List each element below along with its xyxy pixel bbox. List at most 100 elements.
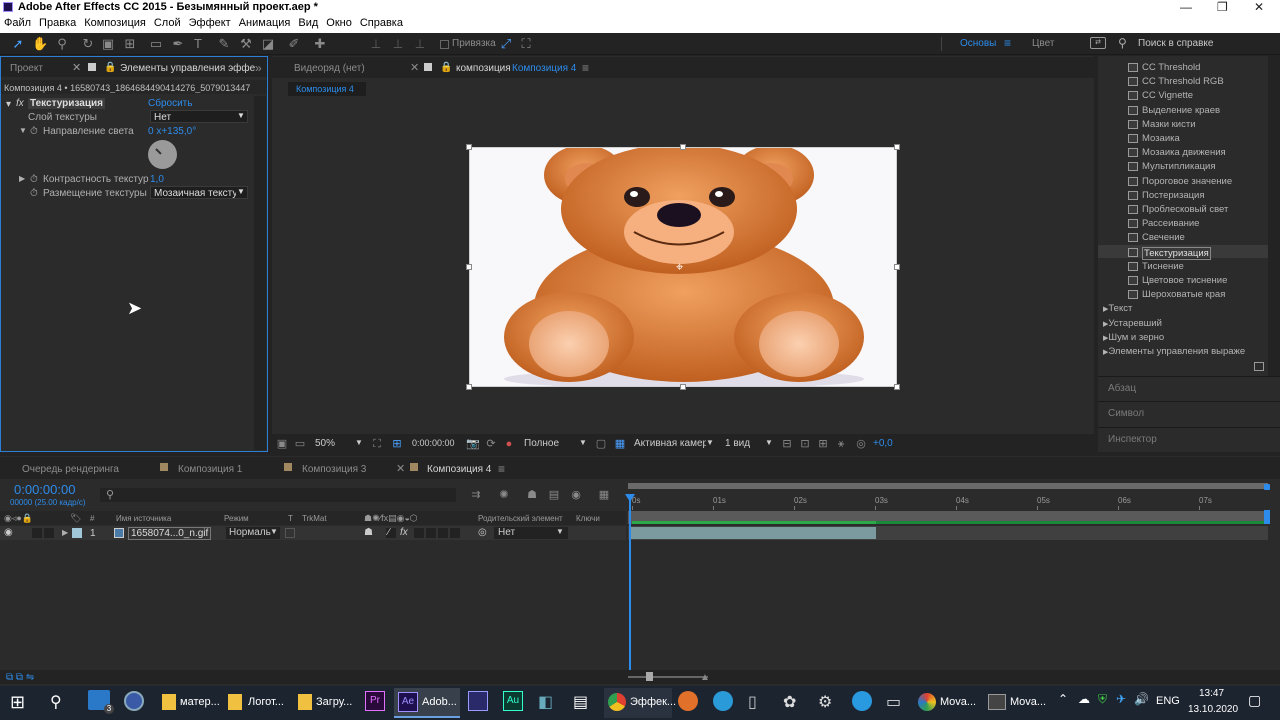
menu-window[interactable]: Окно	[322, 15, 356, 29]
col-source-name[interactable]: Имя источника	[116, 514, 171, 523]
tab-lock-icon[interactable]: 🔒	[104, 62, 116, 73]
tab-composition-3[interactable]: Композиция 3	[302, 464, 366, 475]
effect-category[interactable]: ▶Устаревший	[1103, 318, 1162, 329]
type-tool-icon[interactable]: T	[190, 36, 206, 52]
tab-composition-4[interactable]: Композиция 4	[427, 464, 491, 475]
current-time-indicator[interactable]	[629, 494, 631, 670]
menu-composition[interactable]: Композиция	[80, 15, 150, 29]
label-color-swatch[interactable]	[72, 528, 82, 538]
firefox-icon[interactable]	[678, 691, 698, 711]
preserve-transparency-checkbox[interactable]	[285, 528, 295, 538]
light-direction-value[interactable]: 0 x+135,0°	[148, 126, 196, 137]
panel-inspector[interactable]: Инспектор	[1108, 434, 1157, 445]
layer-name[interactable]: 1658074...0_n.gif	[128, 527, 212, 540]
tab-menu-icon[interactable]: ≡	[582, 61, 589, 75]
snap-grid-icon[interactable]: ⛶	[518, 36, 534, 52]
tab-composition-prefix[interactable]: композиция	[456, 63, 511, 74]
volume-icon[interactable]: 🔊	[1134, 692, 1149, 706]
tools-icon[interactable]: ⚙	[818, 692, 832, 712]
channel-icon[interactable]: ●	[501, 436, 517, 452]
quality-switch-icon[interactable]: ∕	[388, 527, 390, 538]
taskbar-item-after-effects[interactable]: Ae Adob...	[394, 688, 460, 718]
tab-close-icon[interactable]: ✕	[396, 462, 405, 475]
selection-tool-icon[interactable]: ➚	[10, 36, 26, 52]
snapshot-icon[interactable]: 📷	[465, 436, 481, 452]
draft-3d-icon[interactable]: ✺	[496, 487, 512, 503]
menu-view[interactable]: Вид	[294, 15, 322, 29]
transform-handle[interactable]	[680, 144, 686, 150]
tab-footage[interactable]: Видеоряд (нет)	[294, 63, 365, 74]
workspace-color[interactable]: Цвет	[1032, 38, 1054, 49]
work-area-bar[interactable]	[628, 483, 1268, 489]
camera-tool-icon[interactable]: ▣	[100, 36, 116, 52]
snap-checkbox[interactable]	[440, 40, 449, 49]
taskbar-item-folder[interactable]: матер...	[156, 688, 220, 718]
sync-settings-icon[interactable]: ⇄	[1090, 37, 1106, 49]
comp-mini-flowchart-icon[interactable]: ⇉	[468, 487, 484, 503]
browser-icon[interactable]	[124, 691, 144, 711]
stopwatch-icon[interactable]: ⏱	[30, 126, 38, 137]
effect-category[interactable]: ▶Текст	[1103, 303, 1132, 314]
resolution-dropdown[interactable]: Полное	[524, 438, 559, 449]
switch-box[interactable]	[438, 528, 448, 538]
maximize-button[interactable]: ❐	[1217, 0, 1228, 14]
tab-lock-icon[interactable]: 🔒	[440, 62, 452, 73]
switch-box[interactable]	[414, 528, 424, 538]
clone-stamp-tool-icon[interactable]: ⚒	[238, 36, 254, 52]
camera-dropdown[interactable]: Активная камера	[634, 438, 706, 449]
transform-handle[interactable]	[894, 144, 900, 150]
tab-effect-controls[interactable]: Элементы управления эффе	[120, 63, 255, 74]
blend-mode-dropdown[interactable]: Нормаль ▼	[226, 527, 280, 539]
col-parent[interactable]: Родительский элемент	[478, 514, 563, 523]
timeline-icon[interactable]: ⊞	[815, 436, 831, 452]
notifications-icon[interactable]: ▢	[1248, 692, 1261, 709]
clock-date[interactable]: 13.10.2020	[1188, 704, 1238, 715]
new-folder-icon[interactable]	[1254, 362, 1264, 371]
collapse-triangle-icon[interactable]: ▶	[19, 174, 25, 183]
help-search-input[interactable]: Поиск в справке	[1138, 38, 1213, 49]
monitor-icon[interactable]: ▭	[292, 436, 308, 452]
transform-handle[interactable]	[894, 264, 900, 270]
tab-render-queue[interactable]: Очередь рендеринга	[22, 464, 119, 475]
transform-handle[interactable]	[466, 144, 472, 150]
windows-start-icon[interactable]: ⊞	[10, 692, 25, 713]
views-dropdown[interactable]: 1 вид	[725, 438, 750, 449]
panel-character[interactable]: Символ	[1108, 408, 1144, 419]
playhead-handle[interactable]	[625, 494, 635, 502]
effect-category[interactable]: ▶Шум и зерно	[1103, 332, 1164, 343]
pen-tool-icon[interactable]: ✒	[170, 36, 186, 52]
menu-effect[interactable]: Эффект	[185, 15, 235, 29]
axis-local-icon[interactable]: ⟂	[368, 36, 384, 52]
premiere-icon[interactable]: Pr	[365, 691, 385, 711]
lock-checkbox[interactable]	[44, 528, 54, 538]
exposure-icon[interactable]: ◎	[853, 436, 869, 452]
axis-world-icon[interactable]: ⟂	[390, 36, 406, 52]
expand-triangle-icon[interactable]: ▼	[19, 126, 27, 135]
settings-icon[interactable]: ✿	[783, 692, 796, 712]
panel-overflow-icon[interactable]: »	[255, 61, 262, 75]
hand-tool-icon[interactable]: ✋	[32, 36, 48, 52]
pickwhip-icon[interactable]: ◎	[478, 527, 487, 538]
transform-handle[interactable]	[894, 384, 900, 390]
workspace-menu-icon[interactable]: ≡	[1004, 36, 1011, 50]
layer-duration-bar[interactable]	[630, 527, 876, 539]
language-indicator[interactable]: ENG	[1156, 695, 1180, 707]
minimize-button[interactable]: —	[1180, 0, 1192, 14]
reset-link[interactable]: Сбросить	[148, 98, 192, 109]
exposure-value[interactable]: +0,0	[873, 438, 893, 449]
transform-handle[interactable]	[466, 384, 472, 390]
telegram-tray-icon[interactable]: ✈	[1116, 692, 1126, 706]
menu-help[interactable]: Справка	[356, 15, 407, 29]
eraser-tool-icon[interactable]: ◪	[260, 36, 276, 52]
snap-options-icon[interactable]: ⤢	[498, 36, 514, 52]
brush-tool-icon[interactable]: ✎	[216, 36, 232, 52]
show-snapshot-icon[interactable]: ⟳	[483, 436, 499, 452]
col-mode[interactable]: Режим	[224, 514, 249, 523]
menu-file[interactable]: Файл	[0, 15, 35, 29]
fast-preview-icon[interactable]: ⊡	[797, 436, 813, 452]
texture-layer-dropdown[interactable]: Нет ▼	[150, 110, 248, 123]
menu-layer[interactable]: Слой	[150, 15, 185, 29]
right-scrollbar[interactable]	[1268, 56, 1280, 376]
roto-brush-tool-icon[interactable]: ✐	[286, 36, 302, 52]
tab-project[interactable]: Проект	[10, 63, 43, 74]
